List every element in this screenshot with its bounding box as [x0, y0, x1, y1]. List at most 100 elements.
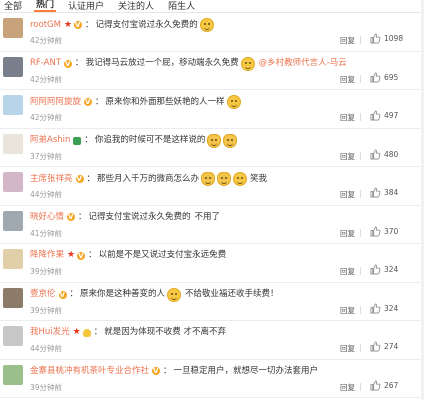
- reply-button[interactable]: 回复: [340, 74, 355, 85]
- tab-hot[interactable]: 热门: [34, 0, 57, 12]
- username-link[interactable]: 壹京伦: [30, 288, 56, 301]
- star-badge-icon[interactable]: ★: [73, 328, 81, 337]
- like-button[interactable]: 267: [370, 380, 398, 391]
- like-count: 480: [384, 149, 399, 159]
- mention-link[interactable]: @乡村教师代言人-马云: [259, 57, 347, 70]
- vip-badge-icon[interactable]: [75, 173, 84, 186]
- thumbs-up-icon: [370, 110, 381, 121]
- vip-badge-icon[interactable]: [67, 211, 76, 224]
- comment-body: 金寨县桃冲有机茶叶专业合作社 ：一旦稳定用户，就想尽一切办法套用户: [30, 365, 420, 378]
- comment-body: 降降作果★ ：以前是不是又说过支付宝永远免费: [30, 249, 420, 263]
- like-button[interactable]: 324: [370, 303, 398, 314]
- like-button[interactable]: 480: [370, 149, 398, 160]
- comment-meta: 39分钟前 回复 324: [30, 264, 420, 277]
- user-avatar[interactable]: [3, 249, 23, 269]
- user-avatar[interactable]: [3, 287, 23, 308]
- timestamp: 37分钟前: [30, 151, 63, 161]
- like-count: 267: [384, 380, 399, 390]
- vip-badge-icon[interactable]: [74, 19, 83, 32]
- comment-item: RF-ANT ：我记得马云放过一个屁，移动端永久免费 @乡村教师代言人-马云 42分钟…: [0, 52, 424, 90]
- star-badge-icon[interactable]: ★: [64, 20, 72, 30]
- user-avatar[interactable]: [3, 95, 23, 115]
- comment-meta: 42分钟前 回复 1098: [30, 33, 420, 46]
- reply-button[interactable]: 回复: [340, 112, 355, 123]
- username-link[interactable]: rootGM: [30, 19, 61, 32]
- reply-button[interactable]: 回复: [340, 266, 355, 277]
- username-link[interactable]: RF-ANT: [30, 57, 61, 70]
- reply-button[interactable]: 回复: [340, 35, 355, 46]
- thumbs-up-icon: [370, 264, 381, 275]
- username-link[interactable]: 阿弟Ashin: [30, 134, 70, 147]
- like-button[interactable]: 370: [370, 226, 398, 237]
- username-link[interactable]: 晓好心情: [30, 211, 64, 224]
- timestamp: 39分钟前: [30, 382, 63, 392]
- timestamp: 39分钟前: [30, 305, 63, 315]
- vip-badge-icon[interactable]: [77, 250, 86, 262]
- reply-button[interactable]: 回复: [340, 382, 355, 393]
- separator-colon: ：: [95, 96, 104, 107]
- action-divider: [360, 305, 361, 314]
- user-avatar[interactable]: [3, 326, 23, 346]
- username-link[interactable]: 主席张祥亮: [30, 173, 73, 186]
- vip-badge-icon[interactable]: [64, 58, 73, 71]
- like-button[interactable]: 497: [370, 110, 398, 121]
- like-button[interactable]: 274: [370, 341, 398, 352]
- reply-button[interactable]: 回复: [340, 228, 355, 239]
- username-link[interactable]: 降降作果: [30, 249, 64, 262]
- reply-button[interactable]: 回复: [340, 305, 355, 316]
- username-link[interactable]: 我Hui发光: [30, 326, 70, 339]
- like-button[interactable]: 695: [370, 72, 398, 83]
- thumbs-up-icon: [370, 226, 381, 236]
- comment-meta: 44分钟前 回复 274: [30, 341, 420, 354]
- separator-colon: ：: [93, 327, 103, 337]
- comment-text: 以前是不是又说过支付宝永远免费: [98, 250, 227, 260]
- action-divider: [360, 267, 361, 275]
- tab-all[interactable]: 全部: [2, 2, 24, 12]
- comment-text: 我记得马云放过一个屁，移动端永久免费: [85, 58, 239, 68]
- username-link[interactable]: 金寨县桃冲有机茶叶专业合作社: [30, 365, 149, 378]
- action-divider: [360, 113, 361, 121]
- user-avatar[interactable]: [3, 172, 23, 192]
- timestamp: 42分钟前: [30, 36, 63, 45]
- comment-item: 主席张祥亮 ：那些月入千万的微商怎么办 笑我 44分钟前 回复 384: [0, 167, 424, 206]
- comment-text-extra: 不给敬业福还收手续费！: [185, 289, 279, 299]
- action-divider: [360, 36, 361, 44]
- vip-badge-icon[interactable]: [152, 365, 161, 378]
- comment-meta: 42分钟前 回复 695: [30, 72, 420, 85]
- vip-badge-icon[interactable]: [84, 96, 93, 109]
- username-link[interactable]: 阿阿阿阿旋旋: [30, 96, 81, 109]
- comment-body: 壹京伦 ：原来你是这种善变的人 不给敬业福还收手续费！: [30, 287, 420, 302]
- timestamp: 42分钟前: [30, 74, 63, 84]
- comment-text: 那些月入千万的微商怎么办: [97, 173, 200, 184]
- user-avatar[interactable]: [3, 133, 23, 154]
- reply-button[interactable]: 回复: [340, 151, 355, 162]
- tab-following[interactable]: 关注的人: [116, 2, 156, 12]
- user-avatar[interactable]: [3, 56, 23, 77]
- comment-item: 阿阿阿阿旋旋 ：原来你和外面那些妖艳的人一样 42分钟前 回复 497: [0, 90, 424, 129]
- separator-colon: ：: [75, 58, 84, 68]
- like-button[interactable]: 384: [370, 187, 398, 198]
- separator-colon: ：: [85, 19, 94, 30]
- medal-badge-icon[interactable]: [73, 136, 82, 145]
- comment-item: 壹京伦 ：原来你是这种善变的人 不给敬业福还收手续费！ 39分钟前 回复 324: [0, 283, 424, 321]
- timestamp: 44分钟前: [30, 344, 63, 353]
- user-avatar[interactable]: [3, 18, 23, 38]
- like-button[interactable]: 324: [370, 264, 398, 275]
- smiley-face-emoji-icon: [226, 95, 241, 109]
- separator-colon: ：: [78, 211, 87, 222]
- comment-meta: 37分钟前 回复 480: [30, 149, 420, 162]
- vip-badge-icon[interactable]: [58, 289, 67, 302]
- comment-meta: 41分钟前 回复 370: [30, 226, 420, 239]
- tab-strangers[interactable]: 陌生人: [166, 2, 197, 12]
- user-avatar[interactable]: [3, 364, 23, 385]
- reply-button[interactable]: 回复: [340, 189, 355, 200]
- bulb-badge-icon[interactable]: [82, 328, 91, 337]
- reply-button[interactable]: 回复: [340, 343, 355, 354]
- star-badge-icon[interactable]: ★: [67, 251, 75, 260]
- timestamp: 39分钟前: [30, 267, 63, 276]
- separator-colon: ：: [84, 135, 93, 145]
- user-avatar[interactable]: [3, 210, 23, 231]
- tab-verified[interactable]: 认证用户: [66, 2, 106, 12]
- like-button[interactable]: 1098: [370, 33, 403, 44]
- comment-item: 我Hui发光 ★ ：就是因为体现不收费 才不离不弃 44分钟前 回复 274: [0, 321, 424, 360]
